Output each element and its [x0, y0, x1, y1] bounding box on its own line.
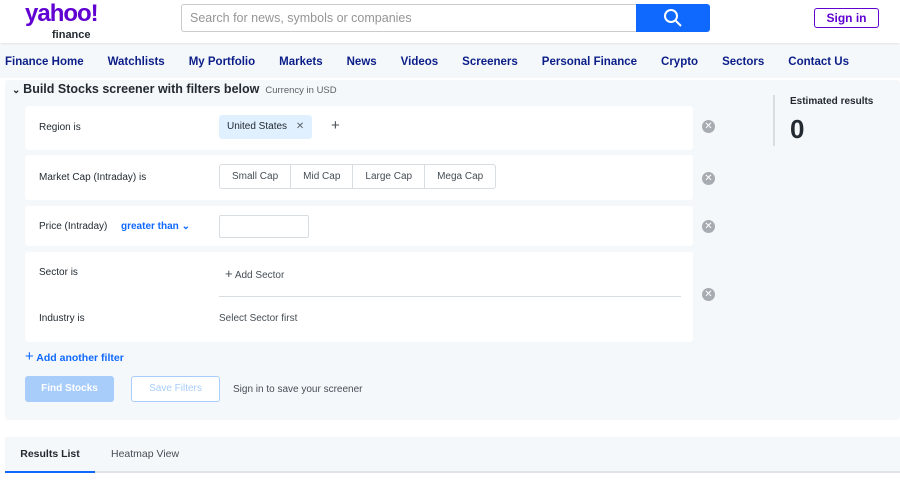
industry-placeholder: Select Sector first: [219, 313, 298, 324]
plus-icon: +: [25, 348, 34, 365]
remove-icon[interactable]: ✕: [296, 121, 304, 132]
filter-region: Region is United States ✕ +: [25, 106, 693, 150]
market-cap-label: Market Cap (Intraday) is: [39, 172, 147, 183]
plus-icon: +: [225, 266, 233, 281]
save-filters-button[interactable]: Save Filters: [131, 376, 220, 402]
nav-contact-us[interactable]: Contact Us: [788, 56, 849, 68]
nav-finance-home[interactable]: Finance Home: [5, 56, 84, 68]
option-small-cap[interactable]: Small Cap: [220, 165, 292, 188]
nav-videos[interactable]: Videos: [401, 56, 439, 68]
price-operator-dropdown[interactable]: greater than ⌄: [121, 221, 190, 232]
filter-sector-industry: Sector is + Add Sector Industry is Selec…: [25, 252, 693, 342]
option-mid-cap[interactable]: Mid Cap: [291, 165, 354, 188]
nav-markets[interactable]: Markets: [279, 56, 322, 68]
nav-my-portfolio[interactable]: My Portfolio: [189, 56, 255, 68]
nav-screeners[interactable]: Screeners: [462, 56, 518, 68]
filter-market-cap: Market Cap (Intraday) is Small Cap Mid C…: [25, 155, 693, 200]
option-mega-cap[interactable]: Mega Cap: [425, 165, 495, 188]
screener-title[interactable]: ⌄ Build Stocks screener with filters bel…: [12, 82, 337, 96]
remove-filter-icon[interactable]: ✕: [702, 120, 715, 133]
add-sector-button[interactable]: + Add Sector: [225, 266, 284, 281]
results-tabs: Results List Heatmap View: [5, 437, 900, 473]
sign-in-note: Sign in to save your screener: [233, 384, 363, 395]
sign-in-button[interactable]: Sign in: [814, 8, 879, 28]
chevron-down-icon: ⌄: [181, 221, 190, 232]
tab-heatmap-view[interactable]: Heatmap View: [111, 437, 179, 473]
currency-note: Currency in USD: [265, 85, 337, 96]
price-input[interactable]: [219, 215, 309, 238]
logo-subtext: finance: [52, 29, 91, 41]
chevron-down-icon: ⌄: [12, 85, 24, 96]
remove-filter-icon[interactable]: ✕: [702, 172, 715, 185]
region-value: United States: [227, 121, 288, 132]
filter-price: Price (Intraday) greater than ⌄: [25, 206, 693, 246]
region-chip[interactable]: United States ✕: [219, 115, 313, 139]
estimated-results-label: Estimated results: [790, 96, 874, 107]
main-nav: Finance Home Watchlists My Portfolio Mar…: [0, 45, 900, 78]
divider: [219, 296, 681, 297]
search-icon: [664, 9, 682, 27]
sector-label: Sector is: [39, 267, 78, 278]
nav-watchlists[interactable]: Watchlists: [108, 56, 165, 68]
price-label: Price (Intraday): [39, 221, 108, 232]
divider: [773, 95, 775, 146]
region-label: Region is: [39, 122, 81, 133]
option-large-cap[interactable]: Large Cap: [353, 165, 426, 188]
find-stocks-button[interactable]: Find Stocks: [25, 376, 114, 402]
industry-label: Industry is: [39, 313, 85, 324]
nav-news[interactable]: News: [347, 56, 377, 68]
screener-title-text: Build Stocks screener with filters below: [23, 82, 260, 96]
yahoo-finance-logo[interactable]: yahoo! finance: [25, 2, 99, 42]
search-button[interactable]: [636, 4, 710, 32]
remove-filter-icon[interactable]: ✕: [702, 220, 715, 233]
nav-personal-finance[interactable]: Personal Finance: [542, 56, 637, 68]
add-region-icon[interactable]: +: [331, 117, 340, 134]
remove-filter-icon[interactable]: ✕: [702, 288, 715, 301]
market-cap-options: Small Cap Mid Cap Large Cap Mega Cap: [219, 164, 497, 189]
add-filter-button[interactable]: + Add another filter: [25, 348, 124, 365]
nav-crypto[interactable]: Crypto: [661, 56, 698, 68]
nav-sectors[interactable]: Sectors: [722, 56, 764, 68]
search-input[interactable]: Search for news, symbols or companies: [181, 4, 637, 32]
tab-results-list[interactable]: Results List: [5, 437, 95, 473]
estimated-results-value: 0: [790, 114, 805, 144]
